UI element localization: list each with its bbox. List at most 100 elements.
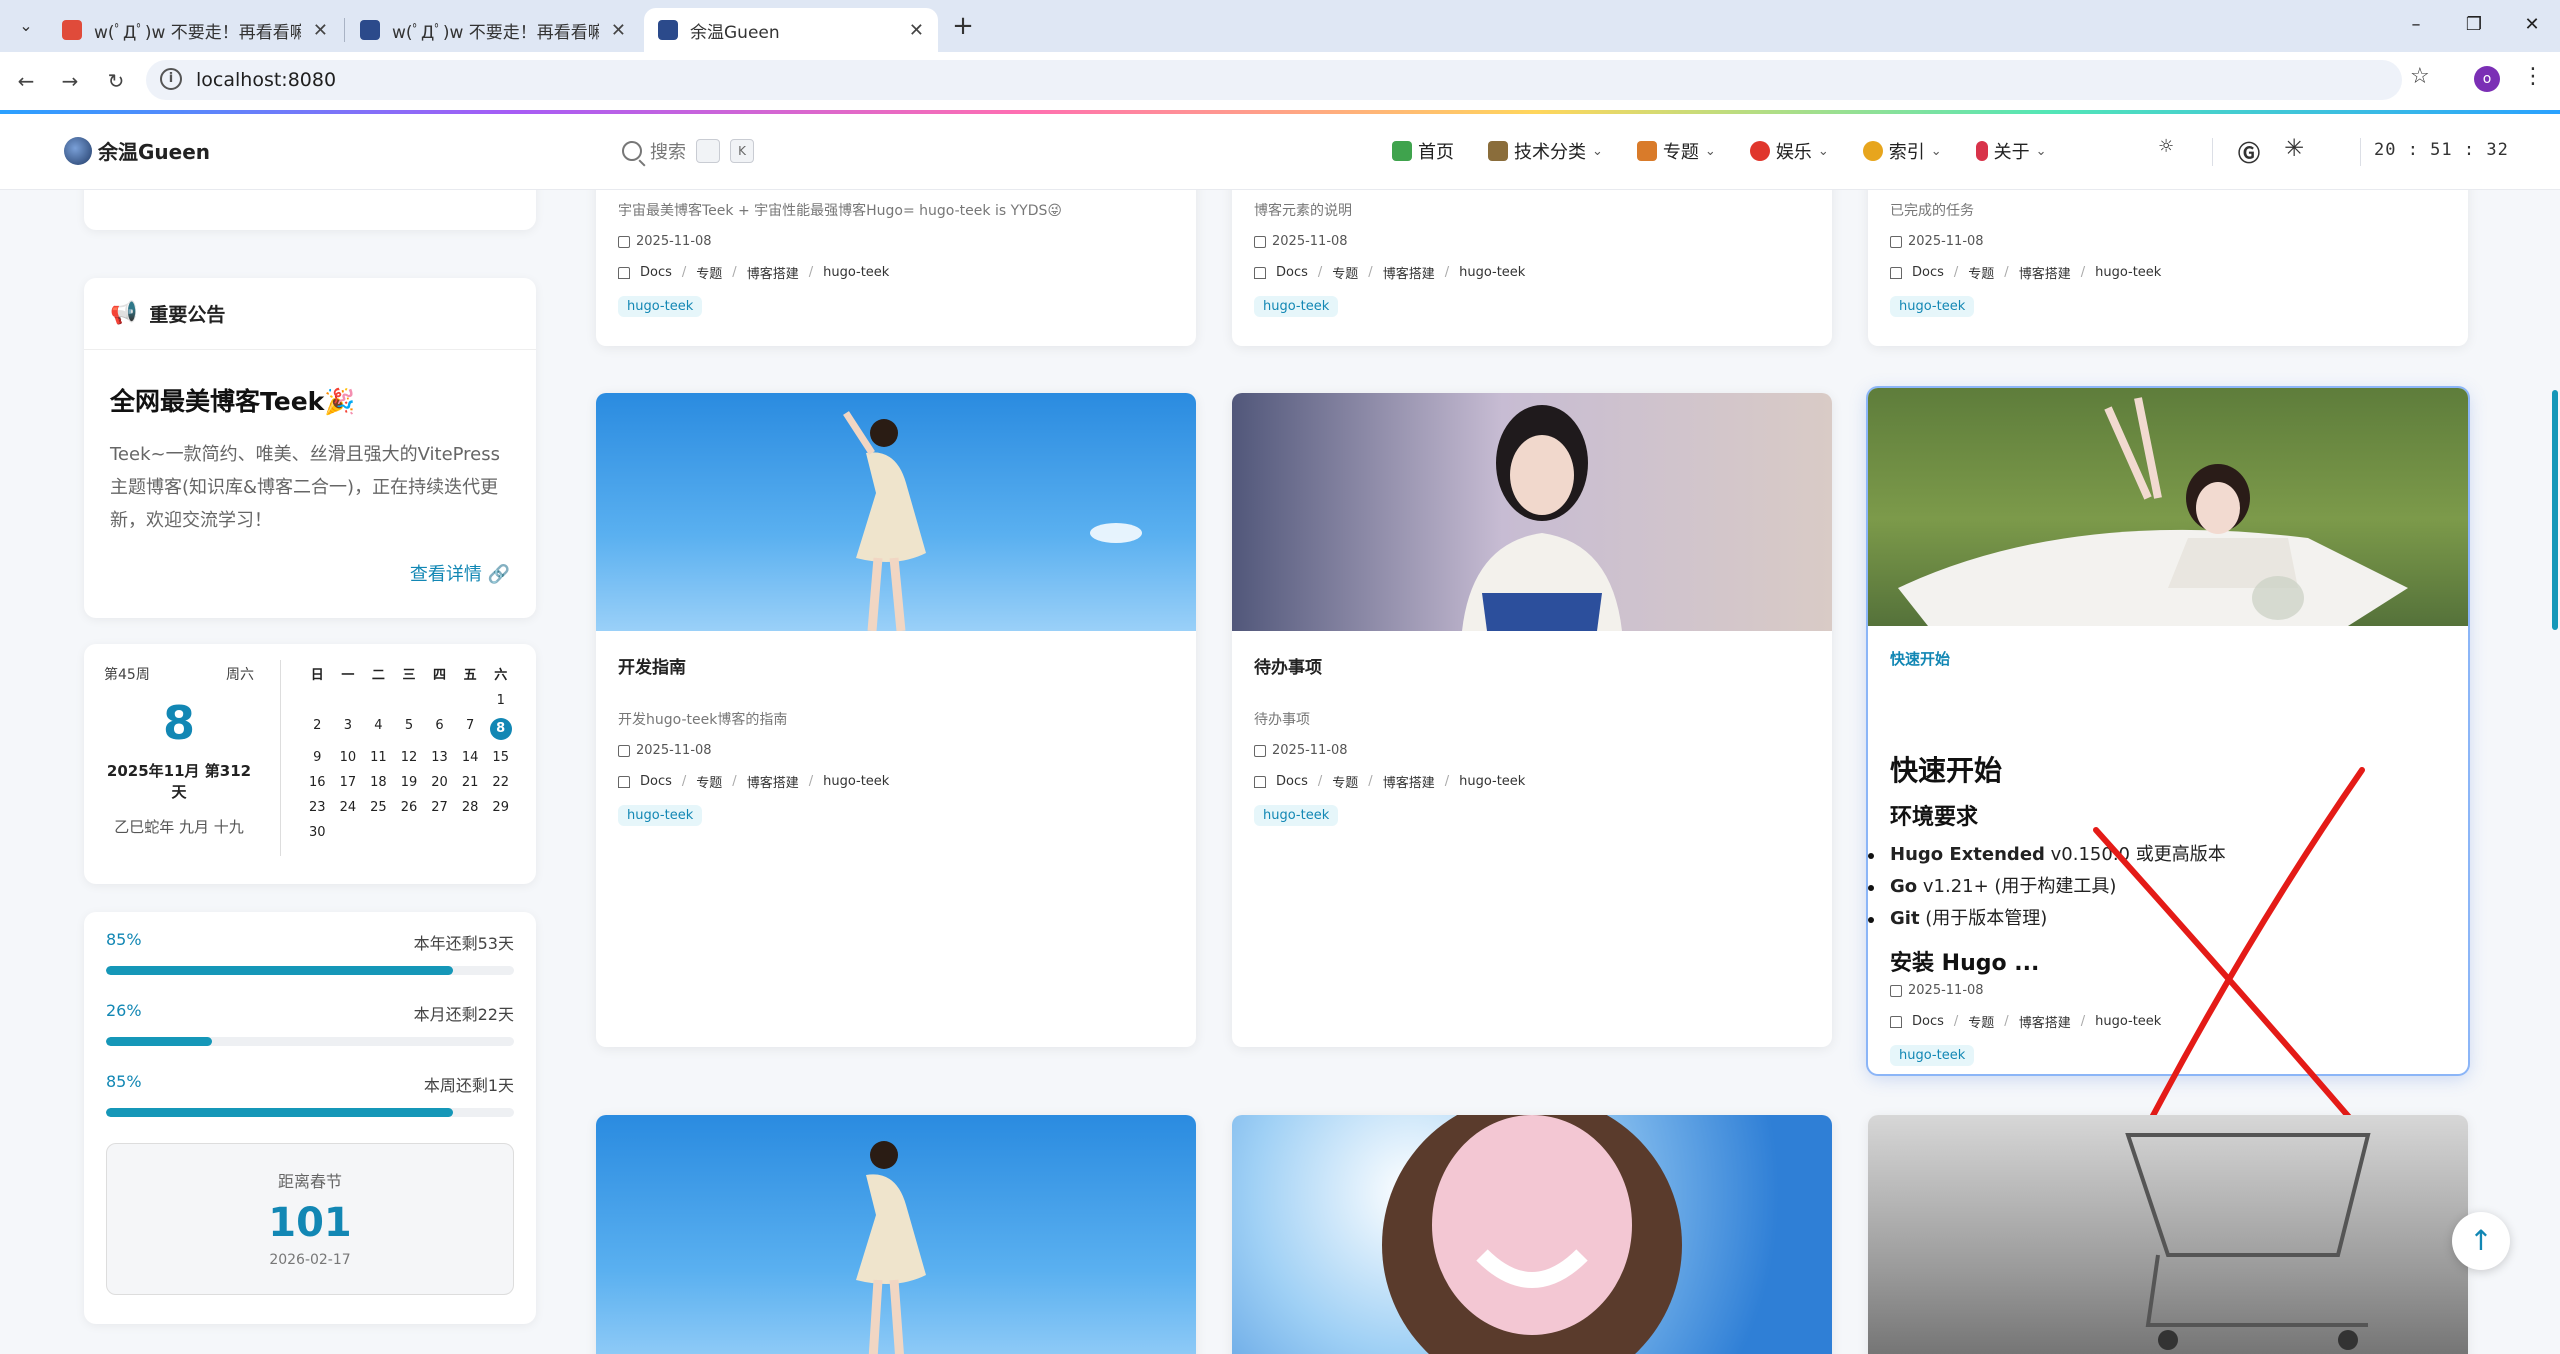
calendar-icon <box>618 744 630 757</box>
calendar-cell[interactable]: 30 <box>302 825 333 840</box>
post-cover-image[interactable] <box>596 393 1196 631</box>
post-cover-image[interactable] <box>596 1115 1196 1354</box>
nav-topics[interactable]: 专题 ⌄ <box>1636 138 1716 164</box>
post-tag[interactable]: hugo-teek <box>618 296 703 317</box>
post-card[interactable]: 博客元素的说明 2025-11-08 Docs / 专题 / 博客搭建 / hugo-tee… <box>1232 190 1832 346</box>
post-title[interactable]: 待办事项 <box>1254 653 1810 687</box>
calendar-cell[interactable]: 28 <box>455 800 486 815</box>
calendar-cell[interactable]: 3 <box>333 718 364 740</box>
calendar-cell[interactable]: 13 <box>424 750 455 765</box>
window-close-icon[interactable]: ✕ <box>2504 8 2560 42</box>
brightness-icon[interactable]: ✳ <box>2284 134 2304 162</box>
calendar-cell[interactable]: 9 <box>302 750 333 765</box>
post-card[interactable] <box>1232 1115 1832 1354</box>
post-card[interactable]: 开发指南 开发hugo-teek博客的指南 2025-11-08 Docs / 专题… <box>596 393 1196 1047</box>
shopping-cart-illustration <box>2125 1133 2371 1350</box>
calendar-cell[interactable]: 10 <box>333 750 364 765</box>
close-icon[interactable]: ✕ <box>611 20 626 41</box>
omnibox[interactable]: i localhost:8080 <box>146 60 2402 100</box>
restore-icon[interactable]: ❐ <box>2446 8 2502 42</box>
today-marker[interactable]: 8 <box>489 718 512 740</box>
tab-title: w(ﾟДﾟ)w 不要走！再看看嘛！ <box>94 22 301 43</box>
reload-icon[interactable]: ↻ <box>100 65 132 97</box>
profile-avatar[interactable]: o <box>2474 66 2500 92</box>
browser-tab-2[interactable]: w(ﾟДﾟ)w 不要走！再看看嘛！ ✕ <box>346 8 640 52</box>
calendar-cell[interactable]: 1 <box>485 693 516 708</box>
calendar-cell[interactable]: 11 <box>363 750 394 765</box>
post-tag[interactable]: hugo-teek <box>1254 805 1339 826</box>
new-tab-plus-icon[interactable]: + <box>948 12 978 42</box>
post-card[interactable]: 已完成的任务 2025-11-08 Docs / 专题 / 博客搭建 / hugo-teek… <box>1868 190 2468 346</box>
calendar-cell[interactable]: 20 <box>424 775 455 790</box>
post-cover-image[interactable] <box>1232 1115 1832 1354</box>
close-icon[interactable]: ✕ <box>909 20 924 41</box>
announcement-heading: 重要公告 <box>149 304 226 326</box>
calendar-cell[interactable]: 18 <box>363 775 394 790</box>
nav-tech-categories[interactable]: 技术分类 ⌄ <box>1488 138 1603 164</box>
tab-favicon <box>360 20 380 40</box>
site-logo[interactable]: 余温Gueen <box>64 136 210 165</box>
calendar-cell[interactable]: 5 <box>394 718 425 740</box>
nav-home[interactable]: 首页 <box>1392 138 1454 164</box>
post-tag[interactable]: hugo-teek <box>1890 1045 1975 1066</box>
tab-favicon <box>658 20 678 40</box>
forward-arrow-icon[interactable]: → <box>54 65 86 97</box>
minimize-icon[interactable]: – <box>2388 8 2444 42</box>
home-icon <box>618 775 630 788</box>
calendar-cell[interactable]: 6 <box>424 718 455 740</box>
calendar-cell[interactable]: 16 <box>302 775 333 790</box>
post-card[interactable] <box>596 1115 1196 1354</box>
calendar-cell[interactable]: 12 <box>394 750 425 765</box>
search-box[interactable]: 搜索 K <box>622 138 754 164</box>
calendar-cell[interactable]: 22 <box>485 775 516 790</box>
calendar-cell[interactable]: 27 <box>424 800 455 815</box>
calendar-cell[interactable]: 7 <box>455 718 486 740</box>
theme-sun-icon[interactable]: ☼ <box>2158 136 2174 157</box>
post-card[interactable] <box>1868 1115 2468 1354</box>
calendar-day: 8 <box>162 696 195 750</box>
calendar-cell[interactable]: 23 <box>302 800 333 815</box>
tab-search-chevron-icon[interactable]: ⌄ <box>12 12 40 40</box>
calendar-cell[interactable]: 24 <box>333 800 364 815</box>
post-tag[interactable]: hugo-teek <box>1890 296 1975 317</box>
calendar-cell[interactable]: 4 <box>363 718 394 740</box>
post-desc: 博客元素的说明 <box>1254 203 1352 219</box>
post-cover-image[interactable] <box>1232 393 1832 631</box>
calendar-cell[interactable]: 17 <box>333 775 364 790</box>
bookmark-star-icon[interactable]: ☆ <box>2410 64 2430 89</box>
calendar-cell[interactable]: 8 <box>485 718 516 740</box>
tab-title: w(ﾟДﾟ)w 不要走！再看看嘛！ <box>392 22 599 43</box>
calendar-cell[interactable]: 15 <box>485 750 516 765</box>
calendar-cell[interactable]: 21 <box>455 775 486 790</box>
calendar-cell[interactable]: 29 <box>485 800 516 815</box>
view-details-link[interactable]: 查看详情 🔗 <box>410 560 510 586</box>
nav-label: 专题 <box>1662 142 1699 163</box>
page-scrollbar[interactable] <box>2552 390 2558 630</box>
browser-menu-icon[interactable]: ⋮ <box>2522 64 2544 89</box>
nav-label: 关于 <box>1993 142 2030 163</box>
browser-tab-3-active[interactable]: 余温Gueen ✕ <box>644 8 938 52</box>
nav-about[interactable]: 关于 ⌄ <box>1975 138 2047 164</box>
site-info-icon[interactable]: i <box>160 68 182 90</box>
post-title[interactable]: 开发指南 <box>618 653 1174 687</box>
tab-bar: ⌄ w(ﾟДﾟ)w 不要走！再看看嘛！ ✕ w(ﾟДﾟ)w 不要走！再看看嘛！ … <box>0 0 2560 52</box>
nav-entertainment[interactable]: 娱乐 ⌄ <box>1749 138 1829 164</box>
close-icon[interactable]: ✕ <box>313 20 328 41</box>
back-arrow-icon[interactable]: ← <box>10 65 42 97</box>
calendar-cell[interactable]: 25 <box>363 800 394 815</box>
calendar-cell[interactable]: 14 <box>455 750 486 765</box>
post-breadcrumb: Docs / 专题 / 博客搭建 / hugo-teek <box>618 772 1174 791</box>
post-tag[interactable]: hugo-teek <box>1254 296 1339 317</box>
calendar-cell[interactable]: 2 <box>302 718 333 740</box>
calendar-cell[interactable]: 19 <box>394 775 425 790</box>
nav-index[interactable]: 索引 ⌄ <box>1862 138 1942 164</box>
scroll-to-top-button[interactable]: ↑ <box>2452 1212 2510 1270</box>
github-icon[interactable]: Ⓖ <box>2238 136 2260 168</box>
calendar-cell[interactable]: 26 <box>394 800 425 815</box>
post-cover-image[interactable] <box>1868 1115 2468 1354</box>
url-text[interactable]: localhost:8080 <box>196 69 336 91</box>
post-tag[interactable]: hugo-teek <box>618 805 703 826</box>
post-card[interactable]: 待办事项 待办事项 2025-11-08 Docs / 专题 / 博客搭建 / hugo-t… <box>1232 393 1832 1047</box>
browser-tab-1[interactable]: w(ﾟДﾟ)w 不要走！再看看嘛！ ✕ <box>48 8 342 52</box>
post-card[interactable]: 宇宙最美博客Teek + 宇宙性能最强博客Hugo= hugo-teek is … <box>596 190 1196 346</box>
